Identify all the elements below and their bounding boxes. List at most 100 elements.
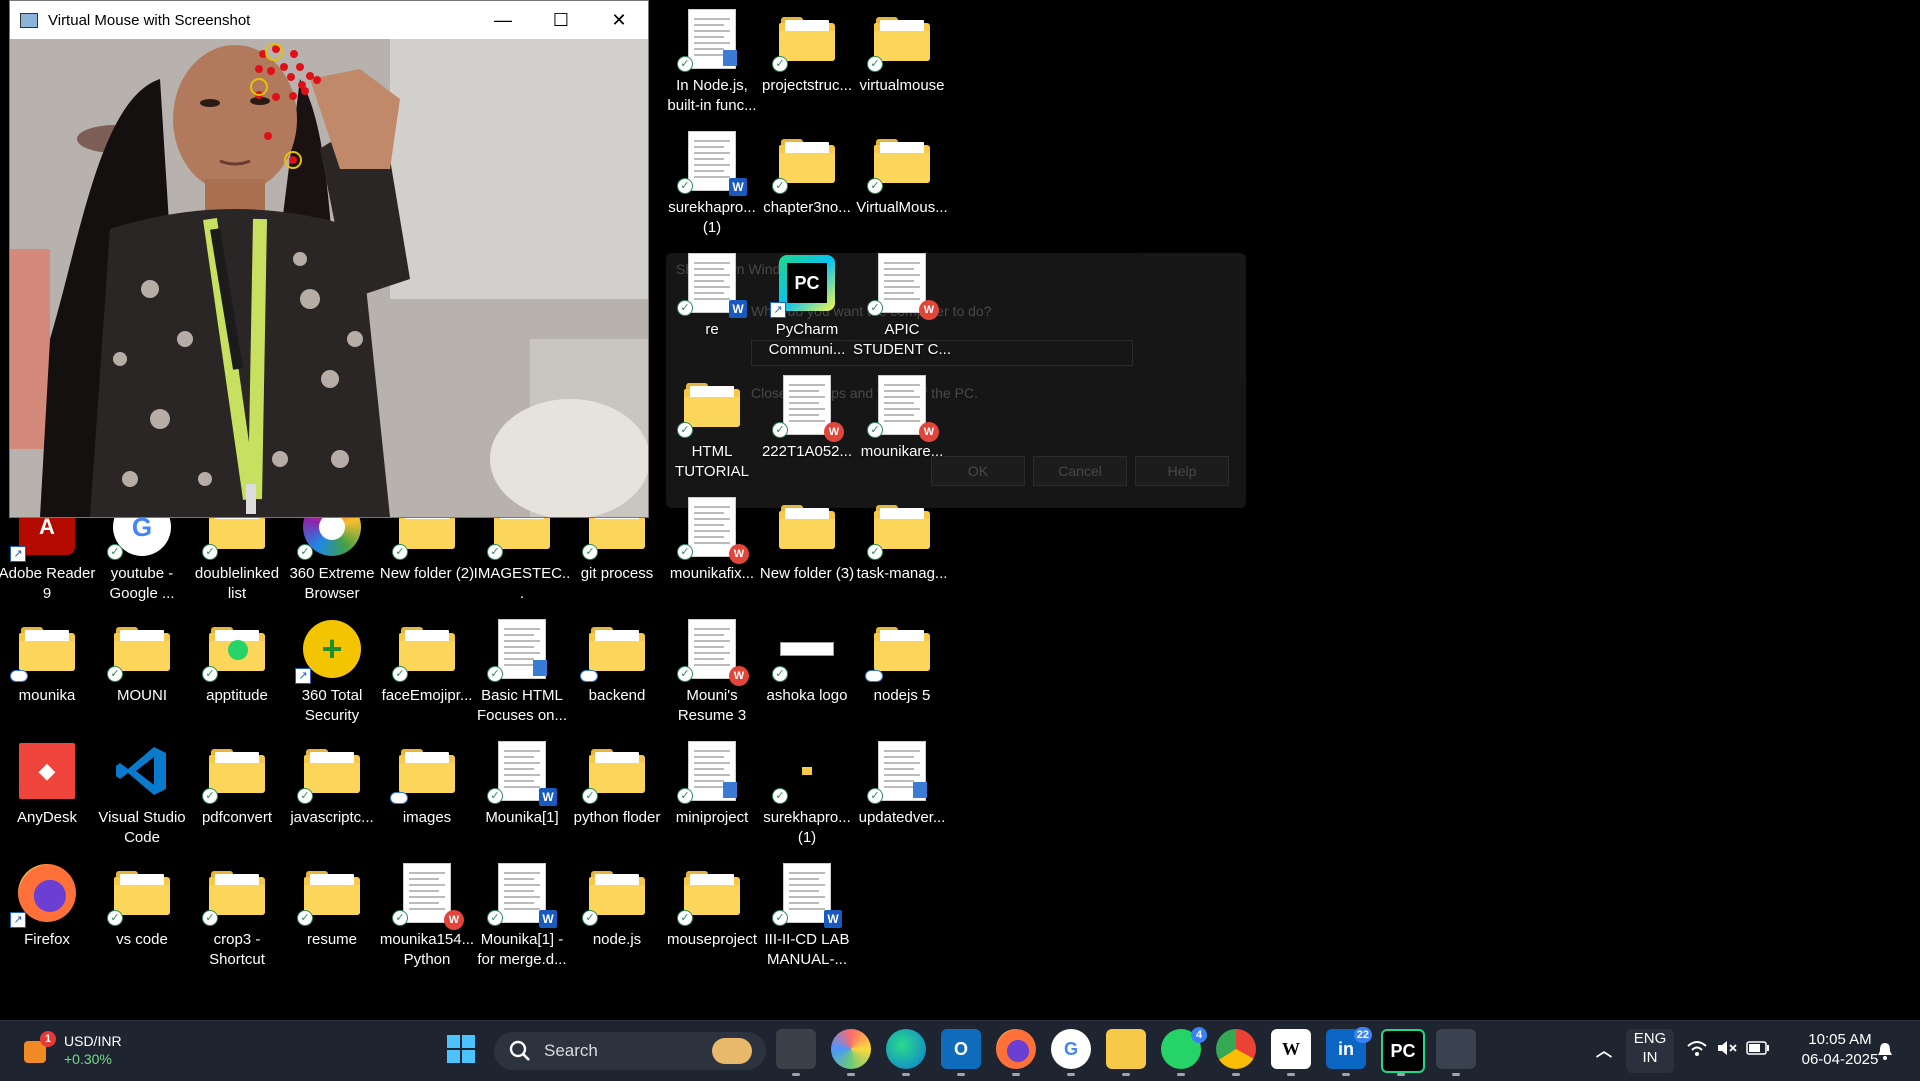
desktop-icon-anydesk[interactable]: ◆ AnyDesk [0,736,94,852]
desktop-icon-nodejs-5[interactable]: nodejs 5 [855,614,949,730]
window-titlebar[interactable]: Virtual Mouse with Screenshot — ☐ ✕ [10,1,648,39]
desktop-icon-apic-student-c[interactable]: W ✓ APIC STUDENT C... [853,248,951,364]
widget-badge: 1 [40,1031,56,1047]
taskbar-app-file-explorer[interactable] [1106,1029,1146,1069]
sync-check-icon: ✓ [867,56,883,72]
shortcut-arrow-icon: ↗ [10,912,26,928]
desktop-icon-basic-html-focuses-on[interactable]: ✓ Basic HTML Focuses on... [475,614,569,730]
desktop-icon-label: New folder (2) [379,565,475,582]
document-icon: ✓ [487,618,553,682]
desktop-icon-vs-code[interactable]: ✓ vs code [95,858,189,974]
desktop-icon-surekhapro-1[interactable]: W ✓ surekhapro... (1) [665,126,759,242]
desktop-icon-pycharm-communi[interactable]: PC ↗ PyCharm Communi... [760,248,854,364]
desktop-icon-mounikafix[interactable]: W ✓ mounikafix... [665,492,759,608]
dialog-cancel-button[interactable]: Cancel [1033,456,1127,486]
desktop-icon-ashoka-logo[interactable]: ✓ ashoka logo [760,614,854,730]
desktop-icon-label: Firefox [24,931,70,948]
widgets-button[interactable]: 1 USD/INR +0.30% [20,1031,140,1071]
desktop-icon-miniproject[interactable]: ✓ miniproject [665,736,759,852]
desktop-icon-surekhapro-1[interactable]: ✓ surekhapro... (1) [760,736,854,852]
desktop-icon-apptitude[interactable]: ✓ apptitude [190,614,284,730]
taskbar-app-outlook[interactable]: O [941,1029,981,1069]
desktop-icon-label: Mouni's Resume 3 [677,687,747,724]
desktop-icon-in-node-js-built-in-func[interactable]: ✓ In Node.js, built-in func... [665,4,759,120]
vscode-icon [111,740,173,802]
desktop-icon-label: In Node.js, built-in func... [667,77,757,114]
desktop-icon-crop3-shortcut[interactable]: ✓ crop3 - Shortcut [190,858,284,974]
desktop-icon-html-tutorial[interactable]: ✓ HTML TUTORIAL [665,370,759,486]
desktop-icon-label: pdfconvert [201,809,273,826]
minimize-button[interactable]: — [474,1,532,39]
taskbar-app-wikipedia[interactable]: W [1271,1029,1311,1069]
desktop-icon-mounika[interactable]: mounika [0,614,94,730]
taskbar-app-whatsapp[interactable]: 4 [1161,1027,1207,1069]
language-indicator[interactable]: ENG IN [1626,1029,1674,1073]
maximize-button[interactable]: ☐ [532,1,590,39]
close-button[interactable]: ✕ [590,1,648,39]
sync-check-icon: ✓ [677,56,693,72]
desktop-icon-virtualmous[interactable]: ✓ VirtualMous... [855,126,949,242]
desktop-icon-node-js[interactable]: ✓ node.js [570,858,664,974]
desktop-icon-task-manag[interactable]: ✓ task-manag... [855,492,949,608]
desktop-icon-360-total-security[interactable]: + ↗ 360 Total Security [285,614,379,730]
sync-check-icon: ✓ [772,422,788,438]
desktop-icon-label: chapter3no... [763,199,851,216]
taskbar-app-pycharm[interactable]: PC [1381,1029,1425,1073]
desktop-icon-mounika-1-for-merge-d[interactable]: W ✓ Mounika[1] - for merge.d... [475,858,569,974]
sync-check-icon: ✓ [677,544,693,560]
desktop-icon-iii-ii-cd-lab-manual[interactable]: W ✓ III-II-CD LAB MANUAL-... [760,858,854,974]
desktop-icon-new-folder-3[interactable]: New folder (3) [760,492,854,608]
desktop-icon-projectstruc[interactable]: ✓ projectstruc... [760,4,854,120]
taskbar-app-chrome[interactable] [1216,1029,1256,1069]
desktop-icon-mounika-1[interactable]: W ✓ Mounika[1] [475,736,569,852]
virtual-mouse-window[interactable]: Virtual Mouse with Screenshot — ☐ ✕ [9,0,649,518]
shortcut-arrow-icon: ↗ [295,668,311,684]
landmark-dot [255,65,263,73]
desktop-icon-re[interactable]: W ✓ re [665,248,759,364]
taskbar-app-google[interactable]: G [1051,1029,1091,1069]
desktop-icon-python-floder[interactable]: ✓ python floder [570,736,664,852]
desktop-icon-mouni[interactable]: ✓ MOUNI [95,614,189,730]
desktop-icon-chapter3no[interactable]: ✓ chapter3no... [760,126,854,242]
desktop-icon-mounika154-python[interactable]: W ✓ mounika154... Python [380,858,474,974]
desktop-icon-resume[interactable]: ✓ resume [285,858,379,974]
wifi-icon[interactable] [1686,1039,1708,1062]
taskbar-app-linkedin[interactable]: in 22 [1326,1027,1372,1069]
folder-icon: ✓ [392,618,458,682]
search-box[interactable]: Search [494,1032,766,1070]
sync-check-icon: ✓ [202,788,218,804]
taskbar-app-firefox[interactable] [996,1029,1036,1069]
desktop-icon-mouseproject[interactable]: ✓ mouseproject [665,858,759,974]
clock[interactable]: 10:05 AM 06-04-2025 [1790,1030,1890,1070]
desktop-icon-label: mounikare... [860,443,944,460]
desktop-icon-updatedver[interactable]: ✓ updatedver... [855,736,949,852]
taskbar-app-task-view[interactable] [776,1029,816,1069]
notification-bell-icon[interactable] [1876,1041,1894,1066]
desktop-icon-visual-studio-code[interactable]: Visual Studio Code [95,736,189,852]
document-icon: ✓ [677,8,743,72]
desktop-icon-label: surekhapro... (1) [668,199,756,236]
desktop-icon-images[interactable]: images [380,736,474,852]
sync-check-icon: ✓ [297,910,313,926]
dialog-help-button[interactable]: Help [1135,456,1229,486]
desktop-icon-222t1a052[interactable]: W ✓ 222T1A052... [760,370,854,486]
desktop-icon-pdfconvert[interactable]: ✓ pdfconvert [190,736,284,852]
desktop-icon-firefox[interactable]: ↗ Firefox [0,858,94,974]
desktop-icon-backend[interactable]: backend [570,614,664,730]
desktop-icon-javascriptc[interactable]: ✓ javascriptc... [285,736,379,852]
pycharm-icon: PC [1390,1040,1416,1061]
sync-check-icon: ✓ [392,666,408,682]
start-button[interactable] [441,1029,481,1069]
volume-muted-icon[interactable] [1716,1039,1738,1062]
battery-icon[interactable] [1746,1041,1770,1060]
taskbar-app-edge[interactable] [886,1029,926,1069]
desktop-icon-mouni-s-resume-3[interactable]: W ✓ Mouni's Resume 3 [665,614,759,730]
show-hidden-icons[interactable]: ︿ [1584,1029,1624,1069]
windows-logo-icon [447,1035,475,1063]
sync-check-icon: ✓ [582,544,598,560]
taskbar-app-python-app[interactable] [1436,1029,1476,1069]
desktop-icon-virtualmouse[interactable]: ✓ virtualmouse [855,4,949,120]
desktop-icon-mounikare[interactable]: W ✓ mounikare... [855,370,949,486]
taskbar-app-copilot[interactable] [831,1029,871,1069]
desktop-icon-faceemojipr[interactable]: ✓ faceEmojipr... [380,614,474,730]
